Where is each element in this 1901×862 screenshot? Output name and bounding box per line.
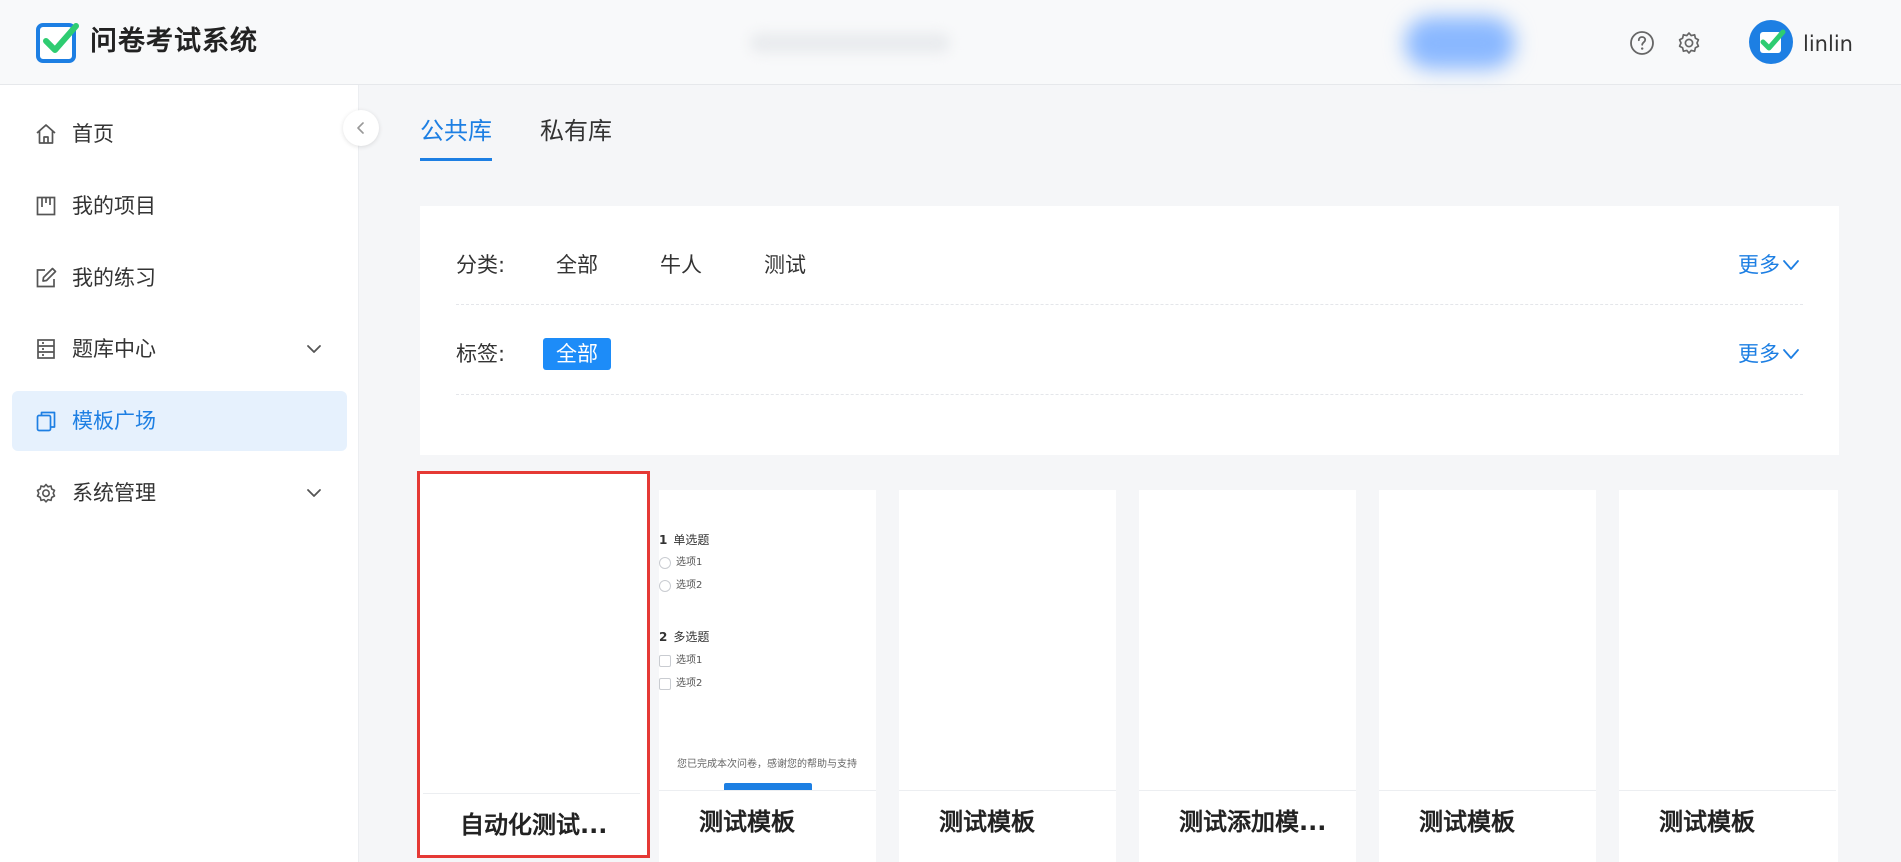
help-circle-icon[interactable] (1628, 29, 1656, 57)
category-option-all[interactable]: 全部 (556, 250, 598, 280)
template-card-footer: 测试模板 (899, 790, 1116, 862)
template-card-footer: 测试模板 (659, 790, 876, 862)
template-card-footer: 测试模板 (1619, 790, 1836, 862)
collapse-sidebar-button[interactable] (343, 110, 379, 146)
gear-icon (36, 483, 56, 503)
category-option-test[interactable]: 测试 (764, 250, 806, 280)
template-preview (1379, 490, 1596, 790)
sidebar-item-label: 我的练习 (72, 266, 156, 290)
tag-more-link[interactable]: 更多 (1738, 339, 1800, 369)
preview-option: 选项2 (659, 579, 702, 593)
chevron-down-icon (307, 345, 321, 353)
more-label: 更多 (1738, 342, 1780, 366)
divider (456, 304, 1803, 305)
chevron-down-icon (307, 489, 321, 497)
template-card-test-template[interactable]: 测试模板 (1379, 490, 1596, 862)
preview-option: 选项1 (659, 556, 702, 570)
preview-option: 选项1 (659, 654, 702, 668)
tab-private-library[interactable]: 私有库 (540, 113, 612, 149)
category-more-link[interactable]: 更多 (1738, 250, 1800, 280)
sidebar-item-my-projects[interactable]: 我的项目 (12, 176, 347, 236)
preview-question-2: 2 多选题 (659, 630, 710, 644)
edit-icon (36, 267, 57, 288)
template-preview (423, 490, 640, 790)
active-tab-indicator (420, 158, 492, 161)
sidebar-item-label: 模板广场 (72, 409, 156, 433)
template-title: 测试模板 (1659, 808, 1755, 836)
app-logo-icon (36, 23, 79, 63)
sidebar-item-label: 我的项目 (72, 194, 156, 218)
chevron-down-icon (1783, 260, 1799, 270)
gear-icon[interactable] (1675, 29, 1703, 57)
template-title: 测试模板 (1419, 808, 1515, 836)
category-option-niuren[interactable]: 牛人 (660, 250, 702, 280)
template-title: 自动化测试... (460, 811, 608, 839)
avatar[interactable] (1749, 20, 1793, 64)
template-card-footer: 测试模板 (1379, 790, 1596, 862)
template-preview: 1 单选题 选项1 选项2 2 多选题 选项1 选项2 您已完成本次问卷，感谢您的帮… (659, 490, 876, 793)
home-icon (36, 124, 56, 144)
template-card-footer: 自动化测试... (423, 793, 640, 855)
template-card-test-template[interactable]: 测试模板 (1619, 490, 1838, 862)
template-preview (1619, 490, 1836, 790)
sidebar-item-home[interactable]: 首页 (12, 104, 347, 164)
sidebar-item-label: 首页 (72, 122, 114, 146)
template-title: 测试添加模... (1179, 808, 1327, 836)
template-card-automation-test[interactable]: 自动化测试... (417, 471, 650, 858)
project-icon (36, 196, 56, 216)
sidebar-item-label: 系统管理 (72, 481, 156, 505)
template-icon (36, 411, 56, 432)
preview-thanks-text: 您已完成本次问卷，感谢您的帮助与支持 (677, 759, 857, 770)
tag-option-all[interactable]: 全部 (543, 338, 611, 370)
template-preview (899, 490, 1116, 790)
preview-question-1: 1 单选题 (659, 533, 710, 547)
blurred-header-button[interactable] (1405, 17, 1515, 69)
category-label: 分类: (456, 253, 506, 277)
template-card-test-template[interactable]: 1 单选题 选项1 选项2 2 多选题 选项1 选项2 您已完成本次问卷，感谢您的帮… (659, 490, 876, 862)
template-card-test-add-template[interactable]: 测试添加模... (1139, 490, 1356, 862)
tag-label: 标签: (456, 342, 506, 366)
template-title: 测试模板 (939, 808, 1035, 836)
sidebar-item-my-practice[interactable]: 我的练习 (12, 248, 347, 308)
preview-option: 选项2 (659, 677, 702, 691)
template-card-footer: 测试添加模... (1139, 790, 1356, 862)
template-card-test-template[interactable]: 测试模板 (899, 490, 1116, 862)
chevron-down-icon (1783, 349, 1799, 359)
sidebar-item-template-square[interactable]: 模板广场 (12, 391, 347, 451)
chevron-left-icon (357, 122, 364, 134)
more-label: 更多 (1738, 253, 1780, 277)
divider (456, 394, 1803, 395)
blurred-header-text (750, 33, 950, 53)
top-header: 问卷考试系统 linlin (0, 0, 1901, 85)
sidebar-item-question-bank[interactable]: 题库中心 (12, 319, 347, 379)
sidebar-item-label: 题库中心 (72, 337, 156, 361)
sidebar-item-system-management[interactable]: 系统管理 (12, 463, 347, 523)
question-bank-icon (37, 339, 55, 359)
filter-panel: 分类: 全部 牛人 测试 更多 标签: 全部 更多 (420, 206, 1839, 455)
template-preview (1139, 490, 1356, 790)
username[interactable]: linlin (1803, 30, 1853, 58)
sidebar: 首页 我的项目 我的练习 题库中心 模板广场 系统管理 (0, 85, 359, 862)
tab-public-library[interactable]: 公共库 (420, 113, 492, 149)
template-title: 测试模板 (699, 808, 795, 836)
app-title: 问卷考试系统 (90, 26, 258, 57)
